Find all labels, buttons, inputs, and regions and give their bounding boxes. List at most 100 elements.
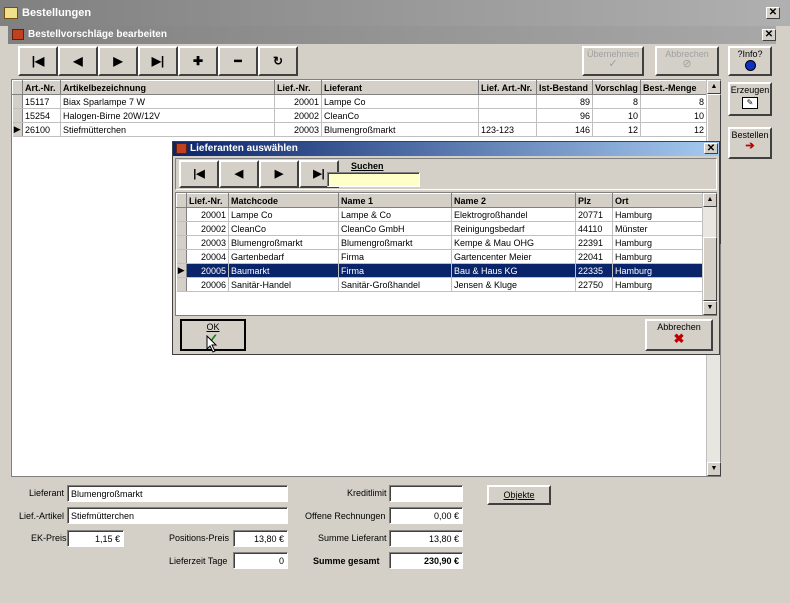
cell-matchcode[interactable]: CleanCo	[228, 221, 339, 236]
cell-ort[interactable]: Hamburg	[612, 235, 703, 250]
dialog-next-button[interactable]: ▶	[259, 160, 299, 188]
cell-plz[interactable]: 22335	[575, 263, 613, 278]
col-name2[interactable]: Name 2	[451, 193, 576, 208]
next-record-button[interactable]: ▶	[98, 46, 138, 76]
cell-ort[interactable]: Münster	[612, 221, 703, 236]
cell-lief-nr[interactable]: 20002	[274, 108, 322, 123]
lief-artikel-field[interactable]: Stiefmütterchen	[67, 507, 288, 524]
col-matchcode[interactable]: Matchcode	[228, 193, 339, 208]
cell-lieferant[interactable]: Blumengroßmarkt	[321, 122, 479, 137]
delete-record-button[interactable]: ━	[218, 46, 258, 76]
cell-vorschlag[interactable]: 12	[592, 122, 641, 137]
cell-name2[interactable]: Jensen & Kluge	[451, 277, 576, 292]
cell-artikelbezeichnung[interactable]: Halogen-Birne 20W/12V	[60, 108, 275, 123]
cell-name1[interactable]: CleanCo GmbH	[338, 221, 452, 236]
scroll-down-icon[interactable]: ▼	[703, 301, 717, 315]
supplier-row[interactable]: 20001 Lampe Co Lampe & Co Elektrogroßhan…	[176, 207, 703, 222]
supplier-row[interactable]: 20004 Gartenbedarf Firma Gartencenter Me…	[176, 249, 703, 264]
cell-lief-nr[interactable]: 20001	[274, 94, 322, 109]
subwindow-close-button[interactable]: ✕	[762, 29, 776, 41]
positions-preis-field[interactable]: 13,80 €	[233, 530, 288, 547]
cell-matchcode[interactable]: Baumarkt	[228, 263, 339, 278]
col-best-menge[interactable]: Best.-Menge	[640, 80, 707, 95]
search-input[interactable]	[327, 172, 420, 187]
cell-ort[interactable]: Hamburg	[612, 207, 703, 222]
objekte-button[interactable]: Objekte	[487, 485, 551, 505]
cell-lief-art-nr[interactable]	[478, 94, 537, 109]
add-record-button[interactable]: ✚	[178, 46, 218, 76]
cell-name1[interactable]: Lampe & Co	[338, 207, 452, 222]
cell-plz[interactable]: 44110	[575, 221, 613, 236]
col-ist-bestand[interactable]: Ist-Bestand	[536, 80, 593, 95]
prev-record-button[interactable]: ◀	[58, 46, 98, 76]
bestellen-button[interactable]: Bestellen ➔	[728, 127, 772, 159]
col-ort[interactable]: Ort	[612, 193, 703, 208]
lieferant-field[interactable]: Blumengroßmarkt	[67, 485, 288, 502]
cell-matchcode[interactable]: Sanitär-Handel	[228, 277, 339, 292]
cell-art-nr[interactable]: 26100	[22, 122, 61, 137]
first-record-button[interactable]: |◀	[18, 46, 58, 76]
col-artikelbezeichnung[interactable]: Artikelbezeichnung	[60, 80, 275, 95]
dialog-prev-button[interactable]: ◀	[219, 160, 259, 188]
col-lief-nr[interactable]: Lief.-Nr.	[186, 193, 229, 208]
cell-lief-nr[interactable]: 20006	[186, 277, 229, 292]
cell-lief-nr[interactable]: 20003	[274, 122, 322, 137]
col-lieferant[interactable]: Lieferant	[321, 80, 479, 95]
cell-name2[interactable]: Gartencenter Meier	[451, 249, 576, 264]
offene-rechnungen-field[interactable]: 0,00 €	[389, 507, 463, 524]
cell-lief-nr[interactable]: 20005	[186, 263, 229, 278]
cell-ort[interactable]: Hamburg	[612, 249, 703, 264]
cancel-button[interactable]: Abbrechen ✖	[645, 319, 713, 351]
cell-name1[interactable]: Sanitär-Großhandel	[338, 277, 452, 292]
cell-lief-art-nr[interactable]	[478, 108, 537, 123]
last-record-button[interactable]: ▶|	[138, 46, 178, 76]
cell-ort[interactable]: Hamburg	[612, 277, 703, 292]
cell-artikelbezeichnung[interactable]: Stiefmütterchen	[60, 122, 275, 137]
scroll-down-icon[interactable]: ▼	[707, 462, 721, 476]
dialog-scrollbar[interactable]: ▲ ▼	[702, 193, 717, 315]
cell-ort[interactable]: Hamburg	[612, 263, 703, 278]
cell-best-menge[interactable]: 10	[640, 108, 707, 123]
lieferzeit-field[interactable]: 0	[233, 552, 288, 569]
cell-best-menge[interactable]: 12	[640, 122, 707, 137]
col-art-nr[interactable]: Art.-Nr.	[22, 80, 61, 95]
cell-ist-bestand[interactable]: 146	[536, 122, 593, 137]
cell-ist-bestand[interactable]: 89	[536, 94, 593, 109]
cell-lief-nr[interactable]: 20002	[186, 221, 229, 236]
cell-matchcode[interactable]: Blumengroßmarkt	[228, 235, 339, 250]
cell-lief-nr[interactable]: 20003	[186, 235, 229, 250]
cell-name1[interactable]: Blumengroßmarkt	[338, 235, 452, 250]
cell-best-menge[interactable]: 8	[640, 94, 707, 109]
scroll-up-icon[interactable]: ▲	[707, 80, 721, 94]
kreditlimit-field[interactable]	[389, 485, 463, 502]
erzeugen-button[interactable]: Erzeugen ✎	[728, 82, 772, 116]
supplier-row[interactable]: 20006 Sanitär-Handel Sanitär-Großhandel …	[176, 277, 703, 292]
cell-name2[interactable]: Bau & Haus KG	[451, 263, 576, 278]
uebernehmen-button[interactable]: Übernehmen ✓	[582, 46, 644, 76]
cell-art-nr[interactable]: 15117	[22, 94, 61, 109]
supplier-row[interactable]: 20003 Blumengroßmarkt Blumengroßmarkt Ke…	[176, 235, 703, 250]
cell-vorschlag[interactable]: 10	[592, 108, 641, 123]
cell-name1[interactable]: Firma	[338, 263, 452, 278]
supplier-row[interactable]: 20002 CleanCo CleanCo GmbH Reinigungsbed…	[176, 221, 703, 236]
cell-ist-bestand[interactable]: 96	[536, 108, 593, 123]
col-lief-art-nr[interactable]: Lief. Art.-Nr.	[478, 80, 537, 95]
ek-preis-field[interactable]: 1,15 €	[67, 530, 124, 547]
cell-artikelbezeichnung[interactable]: Biax Sparlampe 7 W	[60, 94, 275, 109]
cell-vorschlag[interactable]: 8	[592, 94, 641, 109]
supplier-row-selected[interactable]: ▶ 20005 Baumarkt Firma Bau & Haus KG 223…	[176, 263, 703, 278]
cell-lieferant[interactable]: Lampe Co	[321, 94, 479, 109]
col-name1[interactable]: Name 1	[338, 193, 452, 208]
cell-name2[interactable]: Reinigungsbedarf	[451, 221, 576, 236]
toolbar-abbrechen-button[interactable]: Abbrechen ⊘	[655, 46, 719, 76]
dialog-first-button[interactable]: |◀	[179, 160, 219, 188]
table-row[interactable]: ▶ 26100 Stiefmütterchen 20003 Blumengroß…	[12, 122, 707, 137]
table-row[interactable]: 15117 Biax Sparlampe 7 W 20001 Lampe Co …	[12, 94, 707, 109]
window-close-button[interactable]: ✕	[766, 7, 780, 19]
refresh-button[interactable]: ↻	[258, 46, 298, 76]
cell-matchcode[interactable]: Lampe Co	[228, 207, 339, 222]
cell-lieferant[interactable]: CleanCo	[321, 108, 479, 123]
cell-art-nr[interactable]: 15254	[22, 108, 61, 123]
cell-name1[interactable]: Firma	[338, 249, 452, 264]
table-row[interactable]: 15254 Halogen-Birne 20W/12V 20002 CleanC…	[12, 108, 707, 123]
